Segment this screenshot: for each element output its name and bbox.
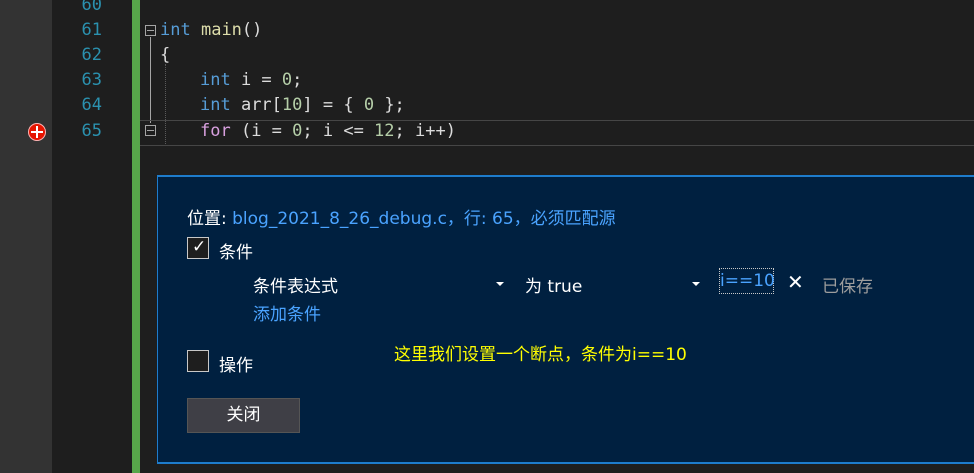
- conditions-checkbox[interactable]: ✓: [187, 237, 209, 259]
- punctuation: ] = {: [302, 95, 364, 115]
- current-line-highlight: [140, 120, 974, 146]
- number-literal: 0: [363, 95, 375, 115]
- condition-expression-input[interactable]: i==10: [719, 268, 775, 294]
- saved-status: 已保存: [822, 277, 873, 297]
- punctuation: ;: [292, 70, 303, 90]
- identifier: i =: [230, 70, 282, 90]
- punctuation: };: [374, 95, 405, 115]
- annotation-text: 这里我们设置一个断点，条件为i==10: [394, 345, 687, 365]
- function-name: main: [200, 20, 242, 40]
- add-condition-link[interactable]: 添加条件: [253, 300, 321, 325]
- line-number: 63: [81, 70, 102, 90]
- fold-line: [150, 37, 151, 123]
- breakpoint-settings-panel: 位置: blog_2021_8_26_debug.c，行: 65，必须匹配源 ✓…: [157, 175, 974, 462]
- change-tracking-bar: [132, 0, 140, 473]
- punctuation: (): [241, 20, 263, 40]
- identifier: arr: [230, 95, 272, 115]
- line-number: 64: [81, 95, 102, 115]
- code-line-61[interactable]: int main(): [160, 19, 262, 41]
- code-line-63[interactable]: int i = 0;: [200, 69, 302, 91]
- breakpoint-icon[interactable]: [28, 123, 46, 141]
- close-icon[interactable]: ✕: [787, 270, 804, 294]
- keyword: int: [160, 20, 191, 40]
- line-number: 65: [81, 121, 102, 141]
- breakpoint-location: 位置: blog_2021_8_26_debug.c，行: 65，必须匹配源: [187, 204, 616, 229]
- checkbox-checked-icon: ✓: [192, 237, 207, 257]
- keyword: int: [200, 95, 231, 115]
- keyword: int: [200, 70, 231, 90]
- line-number: 62: [81, 45, 102, 65]
- number-literal: 10: [281, 95, 303, 115]
- number-literal: 0: [281, 70, 293, 90]
- conditions-label: 条件: [219, 243, 253, 263]
- glyph-margin[interactable]: [0, 0, 52, 473]
- line-number-gutter: 60 61 62 63 64 65: [52, 0, 132, 473]
- line-number: 61: [81, 20, 102, 40]
- location-label: 位置:: [187, 209, 233, 229]
- code-line-64[interactable]: int arr[10] = { 0 };: [200, 94, 405, 116]
- dropdown-caret-icon[interactable]: [496, 282, 504, 286]
- actions-checkbox[interactable]: [187, 350, 209, 372]
- panel-bottom-border: [157, 462, 974, 464]
- punctuation: [: [271, 95, 282, 115]
- code-line-62[interactable]: {: [160, 44, 170, 66]
- condition-type-select[interactable]: 条件表达式: [253, 272, 338, 297]
- condition-mode-select[interactable]: 为 true: [525, 272, 582, 297]
- line-number: 60: [81, 0, 102, 15]
- location-link[interactable]: blog_2021_8_26_debug.c，行: 65，必须匹配源: [232, 209, 616, 229]
- collapse-icon[interactable]: [145, 25, 156, 36]
- close-button[interactable]: 关闭: [187, 398, 300, 433]
- punctuation: {: [160, 45, 171, 65]
- dropdown-caret-icon[interactable]: [692, 282, 700, 286]
- actions-label: 操作: [219, 356, 253, 376]
